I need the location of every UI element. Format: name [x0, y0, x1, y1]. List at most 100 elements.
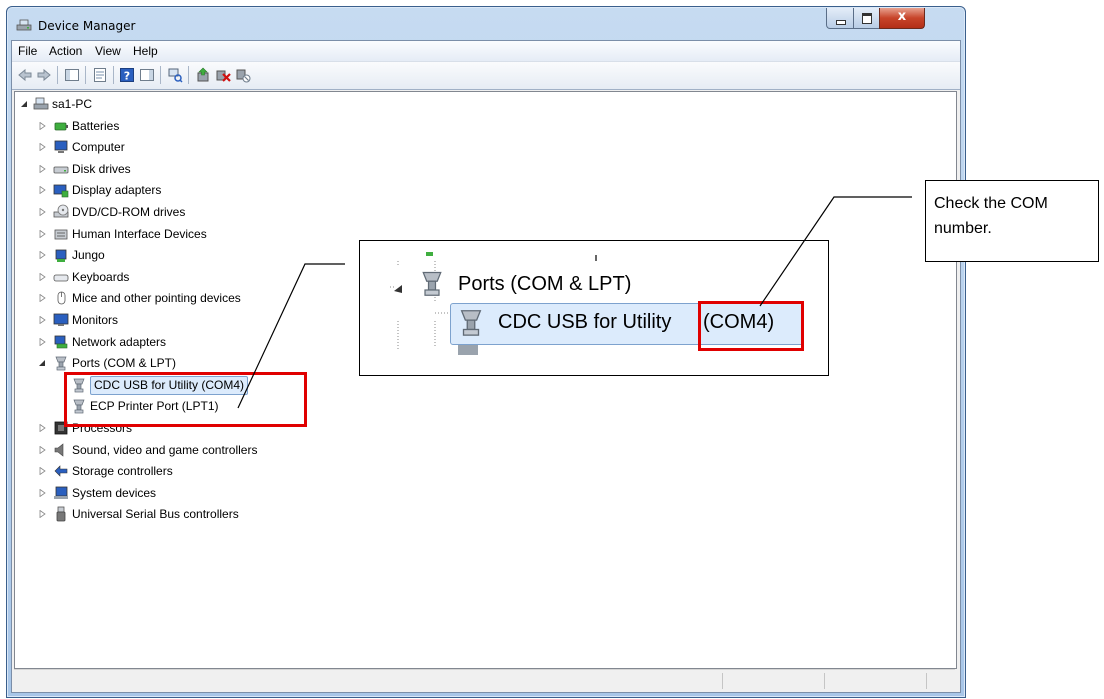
help-icon[interactable]: ? — [119, 67, 135, 83]
tree-category-human-interface-devices[interactable]: Human Interface Devices — [15, 224, 415, 244]
expand-arrow-icon[interactable] — [39, 208, 46, 216]
expand-arrow-icon[interactable] — [39, 424, 46, 432]
tree-category-network-adapters[interactable]: Network adapters — [15, 332, 415, 352]
back-arrow-icon[interactable] — [17, 67, 33, 83]
tree-category-disk-drives[interactable]: Disk drives — [15, 159, 415, 179]
dvd-drive-icon — [53, 204, 69, 218]
computer-root — [33, 97, 49, 110]
tree-item-label: Jungo — [72, 248, 105, 262]
menu-bar: File Action View Help — [12, 41, 960, 62]
expand-arrow-icon[interactable] — [39, 230, 46, 238]
window-title: Device Manager — [38, 19, 136, 33]
toolbar-separator — [85, 66, 86, 84]
tree-item-label: Sound, video and game controllers — [72, 443, 258, 457]
tree-category-jungo[interactable]: Jungo — [15, 245, 415, 265]
status-divider — [824, 673, 826, 689]
toolbar-separator — [188, 66, 189, 84]
tree-root-computer[interactable]: sa1-PC — [15, 94, 315, 114]
device-manager-icon — [16, 19, 32, 31]
toolbar-separator — [57, 66, 58, 84]
tree-category-keyboards[interactable]: Keyboards — [15, 267, 415, 287]
tree-category-universal-serial-bus-controllers[interactable]: Universal Serial Bus controllers — [15, 504, 415, 524]
expand-arrow-icon[interactable] — [39, 186, 46, 194]
port-icon — [460, 310, 482, 336]
expand-arrow-icon[interactable] — [39, 251, 46, 259]
maximize-icon — [862, 13, 872, 24]
tree-item-label: Mice and other pointing devices — [72, 291, 241, 305]
tree-item-label: Monitors — [72, 313, 119, 327]
zoom-child-label: CDC USB for Utility — [498, 311, 672, 333]
tree-item-label: Storage controllers — [72, 464, 173, 478]
close-button[interactable]: x — [879, 8, 925, 29]
uninstall-device-icon[interactable] — [215, 67, 231, 83]
mouse-icon — [57, 291, 66, 305]
tree-item-label: Network adapters — [72, 335, 167, 349]
tree-category-mice-and-other-pointing-devices[interactable]: Mice and other pointing devices — [15, 288, 415, 308]
disable-device-icon[interactable] — [235, 67, 251, 83]
menu-action[interactable]: Action — [49, 44, 82, 58]
status-divider — [722, 673, 724, 689]
tree-item-label: Batteries — [72, 119, 120, 133]
tree-category-system-devices[interactable]: System devices — [15, 483, 415, 503]
sound-icon — [54, 443, 64, 457]
hid-icon — [54, 229, 68, 240]
svg-text:?: ? — [124, 70, 130, 83]
minimize-button[interactable] — [826, 8, 854, 29]
tree-item-label: DVD/CD-ROM drives — [72, 205, 186, 219]
expand-arrow-icon[interactable] — [39, 122, 46, 130]
expand-arrow-icon[interactable] — [39, 165, 46, 173]
tree-root-label: sa1-PC — [52, 97, 93, 111]
expand-arrow-icon[interactable] — [39, 467, 46, 475]
port-icon — [55, 356, 67, 371]
tree-item-label: Human Interface Devices — [72, 227, 207, 241]
maximize-button[interactable] — [853, 8, 880, 29]
tree-item-label: Keyboards — [72, 270, 130, 284]
system-icon — [54, 486, 68, 499]
update-driver-icon[interactable] — [195, 67, 211, 83]
menu-view[interactable]: View — [95, 44, 121, 58]
expand-arrow-icon[interactable] — [39, 338, 46, 346]
expand-arrow-icon[interactable] — [39, 316, 46, 324]
action-pane-icon[interactable] — [139, 67, 155, 83]
tree-item-label: System devices — [72, 486, 157, 500]
tree-category-dvd-cd-rom-drives[interactable]: DVD/CD-ROM drives — [15, 202, 415, 222]
device-icon — [55, 249, 67, 262]
properties-icon[interactable] — [92, 67, 108, 83]
instruction-note-text: Check the COM number. — [934, 195, 1048, 237]
selected-device-highlight — [64, 372, 307, 427]
tree-item-label: Computer — [72, 140, 125, 154]
expand-arrow-icon[interactable] — [39, 446, 46, 454]
tree-category-batteries[interactable]: Batteries — [15, 116, 415, 136]
monitor-icon — [53, 313, 69, 326]
network-adapter-icon — [54, 335, 68, 349]
tree-category-monitors[interactable]: Monitors — [15, 310, 415, 330]
expand-arrow-icon[interactable] — [39, 273, 46, 281]
com-number-highlight — [698, 301, 804, 351]
tree-category-sound-video-and-game-controllers[interactable]: Sound, video and game controllers — [15, 440, 415, 460]
tree-item-label: Disk drives — [72, 162, 131, 176]
toolbar-separator — [113, 66, 114, 84]
expand-arrow-icon[interactable] — [39, 294, 46, 302]
close-icon: x — [897, 9, 907, 24]
title-bar[interactable]: Device Manager x — [7, 7, 965, 39]
expand-arrow-icon[interactable] — [39, 510, 46, 518]
collapse-arrow-icon[interactable] — [39, 359, 46, 367]
forward-arrow-icon[interactable] — [36, 67, 52, 83]
toolbar: ? — [12, 62, 960, 90]
menu-file[interactable]: File — [18, 44, 37, 58]
expand-arrow-icon[interactable] — [39, 143, 46, 151]
tree-item-label: Display adapters — [72, 183, 162, 197]
scan-hardware-changes-icon[interactable] — [167, 67, 183, 83]
computer-icon — [54, 140, 68, 153]
tree-category-display-adapters[interactable]: Display adapters — [15, 180, 415, 200]
storage-icon — [54, 465, 68, 477]
collapse-arrow-icon[interactable] — [21, 100, 28, 108]
tree-category-storage-controllers[interactable]: Storage controllers — [15, 461, 415, 481]
tree-category-computer[interactable]: Computer — [15, 137, 415, 157]
tree-category-ports-com-lpt[interactable]: Ports (COM & LPT) — [15, 353, 415, 373]
instruction-note: Check the COM number. — [925, 180, 1099, 262]
show-hide-console-tree-icon[interactable] — [64, 67, 80, 83]
expand-arrow-icon[interactable] — [39, 489, 46, 497]
menu-help[interactable]: Help — [133, 44, 158, 58]
tree-item-label: Universal Serial Bus controllers — [72, 507, 239, 521]
